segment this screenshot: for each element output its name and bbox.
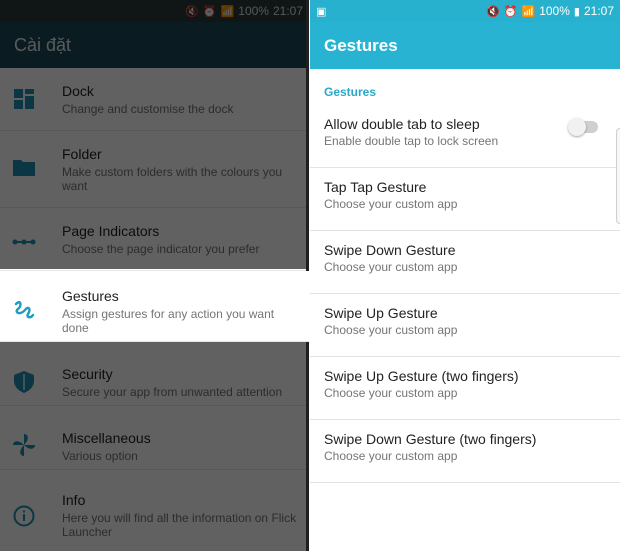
battery-percent: 100%	[539, 4, 570, 18]
battery-icon: ▮	[573, 5, 580, 18]
item-subtitle: Secure your app from unwanted attention	[62, 385, 283, 399]
dock-icon	[12, 87, 36, 111]
wifi-icon: 📶	[220, 5, 235, 18]
left-screen: 🔇 ⏰ 📶 100% 21:07 Cài đặt Dock Change and…	[0, 0, 309, 551]
settings-item-dock[interactable]: Dock Change and customise the dock	[0, 68, 309, 131]
image-notification-icon: ▣	[316, 5, 327, 18]
item-subtitle: Various option	[62, 449, 138, 463]
status-bar: ▣ 🔇 ⏰ 📶 100% ▮ 21:07	[310, 0, 620, 22]
item-subtitle: Choose your custom app	[324, 386, 458, 400]
item-title: Dock	[62, 83, 94, 99]
item-title: Swipe Up Gesture	[324, 305, 438, 321]
item-title: Folder	[62, 146, 102, 162]
item-title: Gestures	[62, 288, 119, 304]
item-subtitle: Choose your custom app	[324, 260, 458, 274]
gesture-icon	[12, 297, 36, 321]
toggle-knob	[568, 118, 586, 136]
wifi-icon: 📶	[521, 5, 536, 18]
item-title: Allow double tab to sleep	[324, 116, 480, 132]
setting-swipe-down-two-fingers[interactable]: Swipe Down Gesture (two fingers) Choose …	[310, 420, 620, 483]
setting-double-tap-sleep[interactable]: Allow double tab to sleep Enable double …	[310, 105, 620, 168]
app-bar: Cài đặt	[0, 22, 309, 68]
item-title: Swipe Up Gesture (two fingers)	[324, 368, 519, 384]
folder-icon	[12, 155, 36, 179]
item-subtitle: Enable double tap to lock screen	[324, 134, 499, 148]
item-subtitle: Assign gestures for any action you want …	[62, 307, 275, 335]
section-header: Gestures	[324, 85, 377, 99]
item-title: Info	[62, 492, 86, 508]
settings-item-folder[interactable]: Folder Make custom folders with the colo…	[0, 131, 309, 208]
status-bar: 🔇 ⏰ 📶 100% 21:07	[0, 0, 309, 22]
page-indicator-icon	[12, 230, 36, 254]
settings-list: Dock Change and customise the dock Folde…	[0, 68, 309, 540]
settings-item-page-indicators[interactable]: Page Indicators Choose the page indicato…	[0, 208, 309, 271]
shield-icon	[12, 370, 36, 394]
setting-swipe-up-two-fingers[interactable]: Swipe Up Gesture (two fingers) Choose yo…	[310, 357, 620, 420]
item-title: Security	[62, 366, 113, 382]
settings-item-security[interactable]: Security Secure your app from unwanted a…	[0, 342, 309, 406]
item-title: Swipe Down Gesture (two fingers)	[324, 431, 537, 447]
page-title: Cài đặt	[14, 34, 72, 55]
setting-tap-tap-gesture[interactable]: Tap Tap Gesture Choose your custom app	[310, 168, 620, 231]
mute-icon: 🔇	[185, 5, 199, 18]
item-subtitle: Here you will find all the information o…	[62, 511, 297, 539]
clock: 21:07	[583, 4, 614, 18]
settings-item-gestures[interactable]: Gestures Assign gestures for any action …	[0, 271, 309, 342]
setting-swipe-up-gesture[interactable]: Swipe Up Gesture Choose your custom app	[310, 294, 620, 357]
app-bar: Gestures	[310, 22, 620, 69]
right-screen: ▣ 🔇 ⏰ 📶 100% ▮ 21:07 Gestures Gestures A…	[310, 0, 620, 551]
item-title: Miscellaneous	[62, 430, 151, 446]
edge-panel-handle[interactable]	[616, 128, 620, 224]
mute-icon: 🔇	[486, 5, 500, 18]
item-subtitle: Choose the page indicator you prefer	[62, 242, 260, 256]
page-title: Gestures	[324, 35, 398, 55]
alarm-icon: ⏰	[202, 5, 217, 18]
item-title: Swipe Down Gesture	[324, 242, 456, 258]
alarm-icon: ⏰	[503, 5, 518, 18]
item-subtitle: Choose your custom app	[324, 323, 458, 337]
item-subtitle: Change and customise the dock	[62, 102, 234, 116]
info-icon	[12, 504, 36, 528]
item-subtitle: Choose your custom app	[324, 197, 458, 211]
item-subtitle: Make custom folders with the colours you…	[62, 165, 283, 193]
settings-item-info[interactable]: Info Here you will find all the informat…	[0, 470, 309, 540]
settings-item-miscellaneous[interactable]: Miscellaneous Various option	[0, 406, 309, 470]
setting-swipe-down-gesture[interactable]: Swipe Down Gesture Choose your custom ap…	[310, 231, 620, 294]
double-tap-sleep-toggle[interactable]	[568, 118, 598, 136]
item-title: Tap Tap Gesture	[324, 179, 427, 195]
clock: 21:07	[272, 4, 303, 18]
item-title: Page Indicators	[62, 223, 160, 239]
pinwheel-icon	[12, 433, 36, 457]
item-subtitle: Choose your custom app	[324, 449, 458, 463]
battery-percent: 100%	[238, 4, 269, 18]
